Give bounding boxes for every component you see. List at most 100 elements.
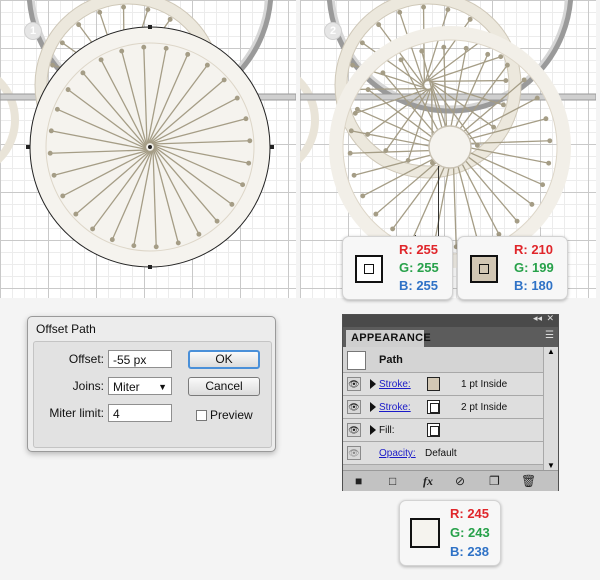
spoke-nipple xyxy=(498,54,504,60)
red-value: R: 245 xyxy=(450,506,490,521)
close-icon[interactable]: ✕ xyxy=(546,313,554,324)
wheel-spoke xyxy=(428,56,501,82)
spoke-nipple xyxy=(445,7,451,13)
spoke-nipple xyxy=(54,106,60,112)
spoke-nipple xyxy=(247,138,253,144)
spoke-nipple xyxy=(485,51,491,57)
miter-limit-input[interactable]: 4 xyxy=(108,404,172,422)
spoke-nipple xyxy=(234,95,240,101)
spoke-nipple xyxy=(98,57,104,63)
stroke-value: 2 pt Inside xyxy=(461,402,508,413)
spoke-nipple xyxy=(119,48,125,54)
add-fill-icon[interactable]: □ xyxy=(389,474,396,488)
path-row[interactable]: Path xyxy=(343,347,543,373)
appearance-row-stroke-1[interactable]: 👁 Stroke: 1 pt Inside xyxy=(343,373,543,396)
step-1-canvas: 1 xyxy=(0,0,296,298)
color-swatch xyxy=(470,255,498,283)
spoke-nipple xyxy=(419,48,425,54)
spoke-nipple xyxy=(540,182,546,188)
blue-value: B: 255 xyxy=(399,278,439,293)
fx-icon[interactable]: fx xyxy=(423,474,433,488)
stroke-swatch[interactable] xyxy=(427,377,440,391)
spoke-nipple xyxy=(80,70,86,76)
expand-triangle-icon[interactable] xyxy=(370,402,376,412)
spoke-nipple xyxy=(51,172,57,178)
stroke-link[interactable]: Stroke: xyxy=(379,379,411,390)
offset-input[interactable]: -55 px xyxy=(108,350,172,368)
clear-appearance-icon[interactable]: ⊘ xyxy=(455,474,465,488)
spoke-nipple xyxy=(521,77,527,83)
cancel-button[interactable]: Cancel xyxy=(188,377,260,396)
spoke-nipple xyxy=(348,128,354,134)
spoke-nipple xyxy=(467,16,473,22)
stroke-link[interactable]: Stroke: xyxy=(379,402,411,413)
scroll-down-icon[interactable]: ▼ xyxy=(547,461,555,470)
add-stroke-icon[interactable]: ■ xyxy=(355,474,362,488)
spoke-nipple xyxy=(243,116,249,122)
spoke-nipple xyxy=(534,95,540,101)
spoke-nipple xyxy=(373,211,379,217)
scroll-up-icon[interactable]: ▲ xyxy=(547,347,555,356)
eye-icon[interactable]: 👁 xyxy=(347,400,361,414)
spoke-nipple xyxy=(380,70,386,76)
spoke-nipple xyxy=(153,244,159,250)
spoke-nipple xyxy=(97,9,103,15)
spoke-nipple xyxy=(421,4,427,10)
offset-label: Offset: xyxy=(68,352,104,366)
appearance-row-fill[interactable]: 👁 Fill: xyxy=(343,419,543,442)
color-card-beige: R: 210 G: 199 B: 180 xyxy=(457,236,568,300)
blue-value: B: 238 xyxy=(450,544,490,559)
stroke-swatch[interactable] xyxy=(427,400,440,414)
spoke-nipple xyxy=(240,182,246,188)
object-name: Path xyxy=(379,354,403,366)
spoke-nipple xyxy=(141,44,147,50)
offset-path-dialog: Offset Path Offset: -55 px Joins: Miter … xyxy=(27,316,276,452)
dialog-body: Offset: -55 px Joins: Miter ▼ Miter limi… xyxy=(33,341,272,448)
color-swatch xyxy=(355,255,383,283)
spoke-nipple xyxy=(50,62,56,68)
green-value: G: 243 xyxy=(450,525,490,540)
color-swatch xyxy=(410,518,440,548)
spoke-nipple xyxy=(131,243,137,249)
spoke-nipple xyxy=(246,160,252,166)
stroke-value: 1 pt Inside xyxy=(461,379,508,390)
eye-icon[interactable]: 👁 xyxy=(347,446,361,460)
opacity-value: Default xyxy=(425,448,457,459)
spoke-nipple xyxy=(359,40,365,46)
tab-appearance[interactable]: APPEARANCE xyxy=(346,330,431,347)
panel-menu-icon[interactable]: ☰ xyxy=(545,330,554,341)
step-2-badge: 2 xyxy=(324,22,342,40)
ok-button[interactable]: OK xyxy=(188,350,260,369)
spoke-nipple xyxy=(48,128,54,134)
eye-icon[interactable]: 👁 xyxy=(347,423,361,437)
chevron-down-icon: ▼ xyxy=(158,382,167,392)
expand-triangle-icon[interactable] xyxy=(370,379,376,389)
trash-icon[interactable]: 🗑 xyxy=(521,474,536,488)
appearance-row-stroke-2[interactable]: 👁 Stroke: 2 pt Inside xyxy=(343,396,543,419)
joins-select[interactable]: Miter ▼ xyxy=(108,377,172,395)
expand-triangle-icon[interactable] xyxy=(370,425,376,435)
spoke-nipple xyxy=(514,218,520,224)
opacity-link[interactable]: Opacity: xyxy=(379,448,416,459)
spoke-nipple xyxy=(163,45,169,51)
step-1-wheel-artwork xyxy=(0,0,296,269)
duplicate-item-icon[interactable]: ❐ xyxy=(489,474,500,488)
panel-scrollbar[interactable]: ▲ ▼ xyxy=(543,347,558,470)
panel-titlebar: ◂◂ ✕ xyxy=(343,313,558,327)
spoke-nipple xyxy=(441,44,447,50)
spoke-nipple xyxy=(503,78,509,84)
eye-icon[interactable]: 👁 xyxy=(347,377,361,391)
collapse-icon[interactable]: ◂◂ xyxy=(533,313,542,324)
fill-swatch[interactable] xyxy=(427,423,440,437)
appearance-row-opacity[interactable]: 👁 Opacity: Default xyxy=(343,442,543,465)
spoke-nipple xyxy=(463,45,469,51)
preview-checkbox[interactable] xyxy=(196,410,207,421)
spoke-nipple xyxy=(352,110,358,116)
green-value: G: 255 xyxy=(399,260,439,275)
spoke-nipple xyxy=(47,150,53,156)
spoke-nipple xyxy=(109,237,115,243)
spoke-nipple xyxy=(365,87,371,93)
spoke-nipple xyxy=(145,7,151,13)
spoke-nipple xyxy=(390,226,396,232)
spoke-nipple xyxy=(221,77,227,83)
